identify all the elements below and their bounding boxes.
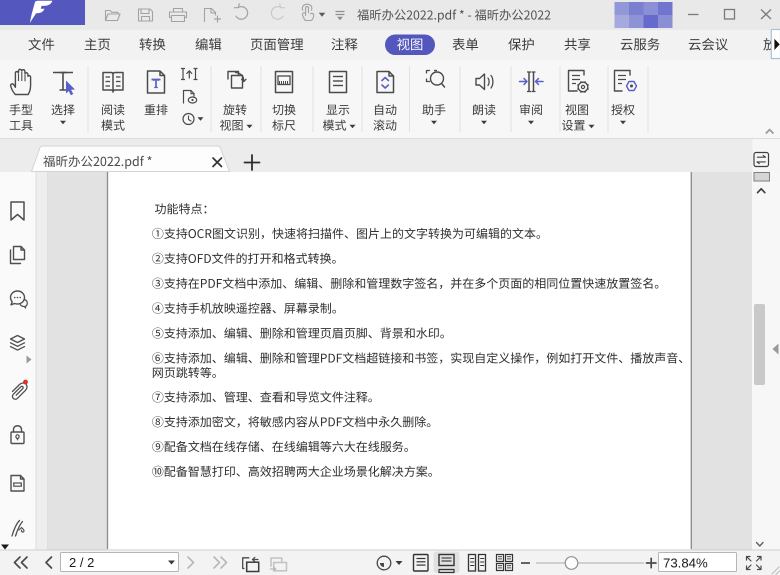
svg-text:73.84%: 73.84% bbox=[663, 556, 708, 571]
svg-text:2 / 2: 2 / 2 bbox=[69, 555, 94, 570]
